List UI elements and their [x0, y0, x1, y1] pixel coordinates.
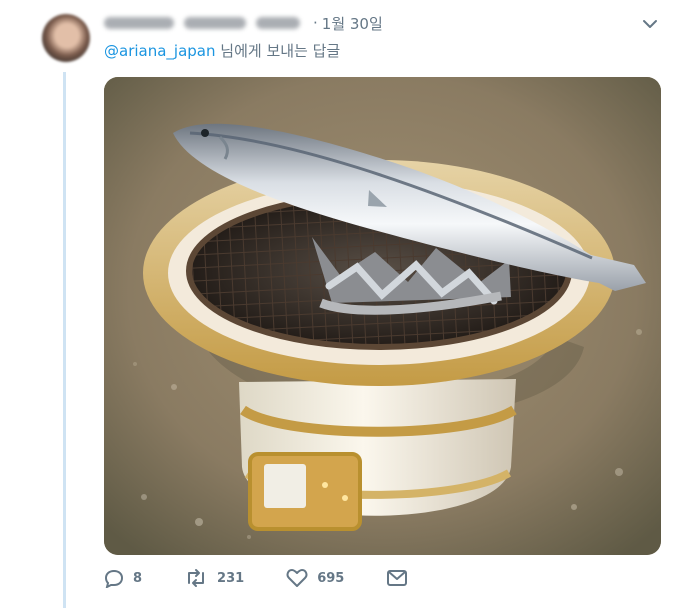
- date-separator: ·: [313, 14, 318, 32]
- tweet-photo[interactable]: [104, 77, 661, 555]
- chevron-down-icon[interactable]: [640, 14, 660, 34]
- thread-line: [63, 72, 66, 608]
- retweet-action[interactable]: 231: [184, 568, 244, 588]
- grill-fish-photo: [104, 77, 661, 555]
- reply-count: 8: [133, 570, 143, 586]
- reply-context-text: 님에게 보내는 답글: [220, 42, 341, 60]
- reply-context: @ariana_japan 님에게 보내는 답글: [104, 40, 340, 61]
- tweet-header: · 1월 30일: [104, 11, 383, 35]
- retweet-icon: [188, 569, 205, 587]
- avatar[interactable]: [42, 14, 90, 62]
- like-action[interactable]: 695: [286, 568, 344, 588]
- message-icon: [387, 570, 408, 586]
- like-count: 695: [317, 570, 345, 586]
- mention-link[interactable]: @ariana_japan: [104, 42, 216, 60]
- reply-action[interactable]: 8: [104, 568, 142, 588]
- direct-message-action[interactable]: [386, 568, 408, 588]
- tweet-date[interactable]: 1월 30일: [322, 13, 383, 34]
- blurred-display-name[interactable]: [104, 15, 304, 31]
- like-icon: [286, 569, 308, 587]
- retweet-count: 231: [217, 570, 245, 586]
- tweet-actions: 8 231 695: [104, 568, 408, 588]
- reply-icon: [104, 569, 124, 588]
